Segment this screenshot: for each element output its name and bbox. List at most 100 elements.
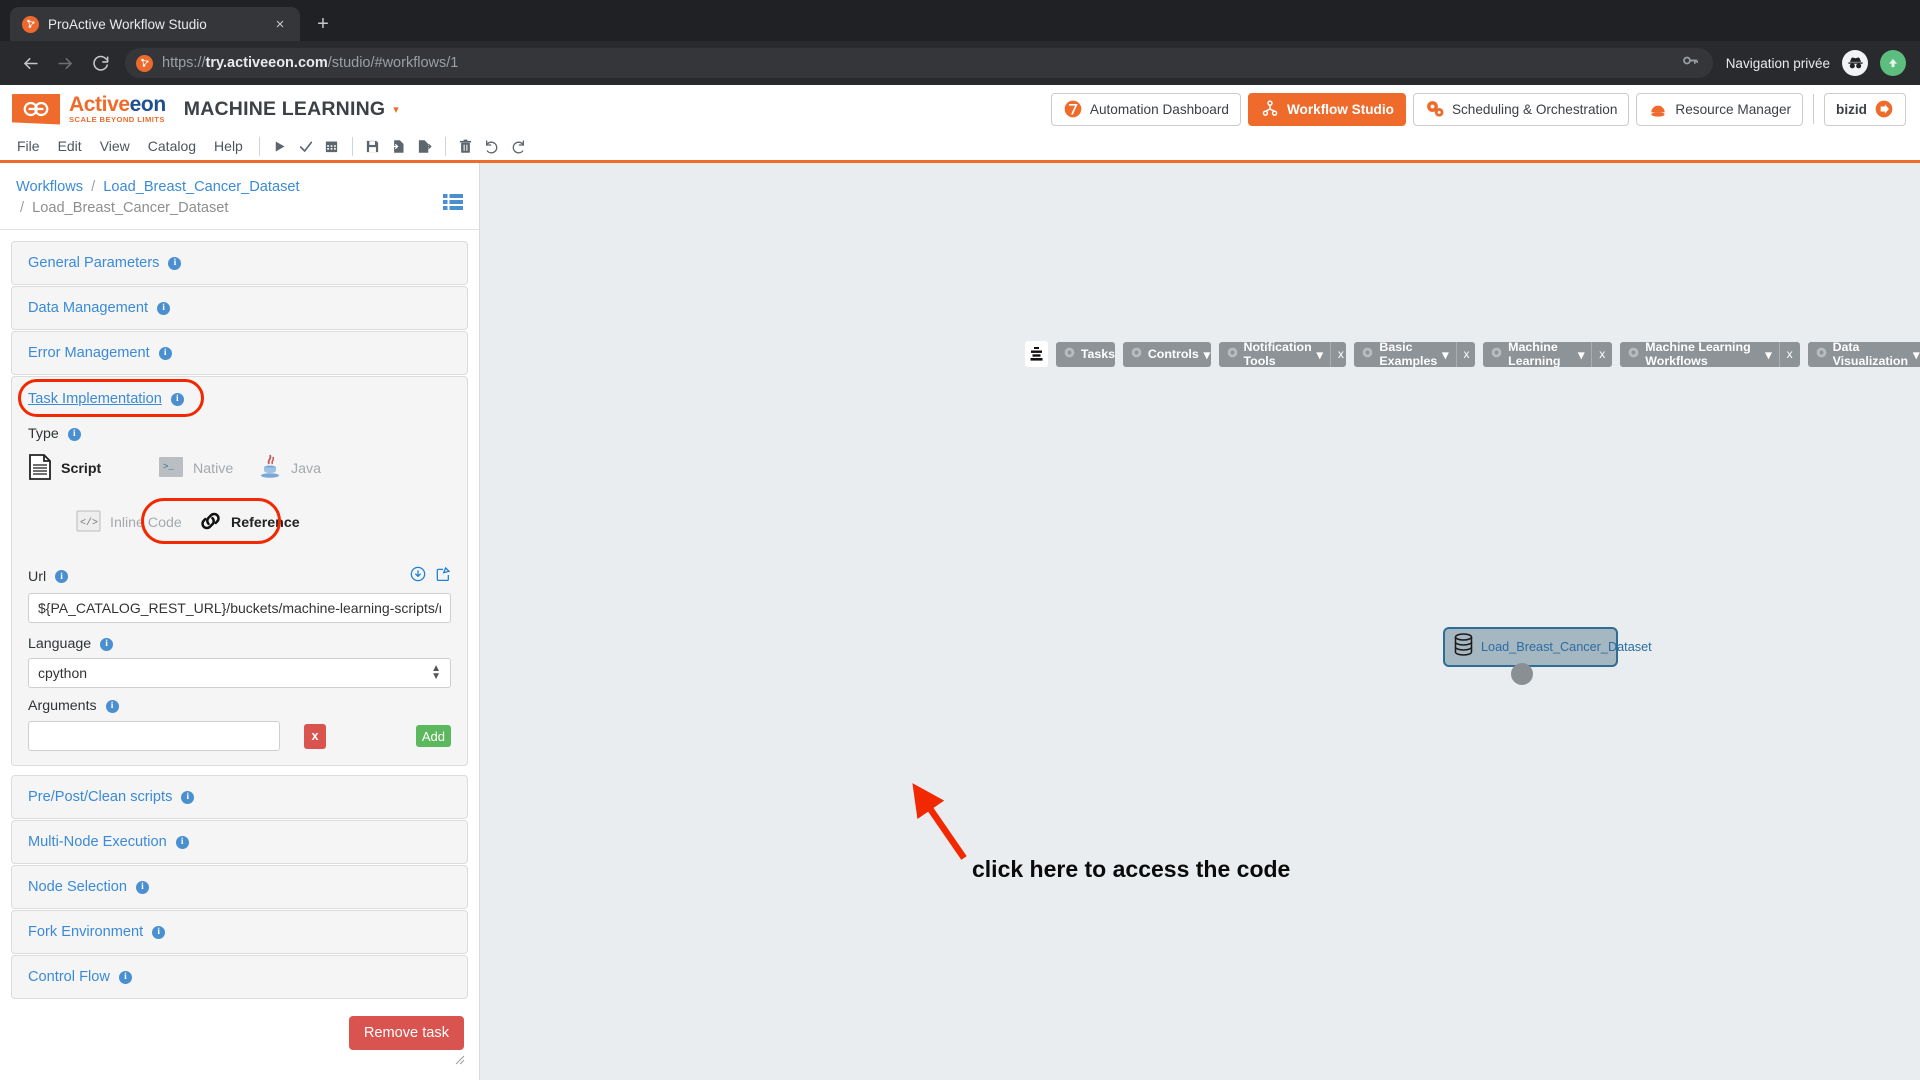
chevron-down-icon[interactable]: ▾ xyxy=(1913,347,1919,362)
section-error-management[interactable]: Error Management i xyxy=(11,331,468,376)
type-option-script[interactable]: Script xyxy=(28,454,158,484)
palette-tab-data-visualization[interactable]: Data Visualization ▾ x xyxy=(1807,341,1920,367)
workflow-studio-button[interactable]: Workflow Studio xyxy=(1247,92,1406,126)
node-output-connector[interactable] xyxy=(1511,663,1533,685)
resource-manager-label: Resource Manager xyxy=(1675,101,1792,117)
resource-manager-button[interactable]: Resource Manager xyxy=(1636,92,1804,126)
impl-option-inline-code[interactable]: </> Inline Code xyxy=(76,510,199,536)
export-icon[interactable] xyxy=(412,135,438,159)
remove-task-button[interactable]: Remove task xyxy=(348,1016,464,1051)
close-icon[interactable]: x xyxy=(1778,341,1800,367)
edit-icon[interactable] xyxy=(435,566,451,587)
close-icon[interactable]: x xyxy=(1329,341,1347,367)
close-icon[interactable]: x xyxy=(1455,341,1476,367)
type-options: Script >_ Native Java xyxy=(28,454,451,484)
section-data-management[interactable]: Data Management i xyxy=(11,286,468,331)
scheduling-orchestration-button[interactable]: Scheduling & Orchestration xyxy=(1412,92,1630,126)
save-icon[interactable] xyxy=(360,135,386,159)
palette-tab-tasks[interactable]: Tasks ▾ xyxy=(1055,341,1115,367)
info-icon[interactable]: i xyxy=(175,835,189,849)
url-label: Url i xyxy=(28,569,69,585)
section-label: Multi-Node Execution xyxy=(28,834,167,851)
address-bar[interactable]: https://try.activeeon.com/studio/#workfl… xyxy=(125,48,1713,78)
section-control-flow[interactable]: Control Flow i xyxy=(11,955,468,1000)
chevron-down-icon[interactable]: ▾ xyxy=(1204,347,1210,362)
palette-tab-basic-examples[interactable]: Basic Examples ▾ x xyxy=(1354,341,1476,367)
argument-input[interactable] xyxy=(28,721,280,752)
header-divider xyxy=(1813,94,1815,124)
download-icon[interactable] xyxy=(410,566,426,587)
workflow-task-node[interactable]: Load_Breast_Cancer_Dataset xyxy=(1443,627,1652,667)
chevron-down-icon[interactable]: ▾ xyxy=(1317,347,1323,362)
info-icon[interactable]: i xyxy=(55,570,69,584)
info-icon[interactable]: i xyxy=(181,790,195,804)
new-tab-button[interactable]: + xyxy=(306,7,340,41)
resize-handle[interactable] xyxy=(454,1052,465,1070)
breadcrumb-workflow[interactable]: Load_Breast_Cancer_Dataset xyxy=(103,179,299,195)
info-icon[interactable]: i xyxy=(105,699,119,713)
info-icon[interactable]: i xyxy=(158,346,172,360)
redo-icon[interactable] xyxy=(505,135,531,159)
palette-tab-label: Machine Learning xyxy=(1508,341,1561,367)
trash-icon[interactable] xyxy=(453,135,479,159)
section-general-parameters[interactable]: General Parameters i xyxy=(11,241,468,286)
palette-tab-machine-learning[interactable]: Machine Learning ▾ x xyxy=(1483,341,1613,367)
check-icon[interactable] xyxy=(293,135,319,159)
menu-catalog[interactable]: Catalog xyxy=(139,133,205,160)
remove-argument-button[interactable]: x xyxy=(304,723,326,749)
breadcrumb-workflows[interactable]: Workflows xyxy=(16,179,83,195)
impl-option-reference[interactable]: Reference xyxy=(199,511,300,535)
workflow-canvas[interactable]: Tasks ▾ Controls ▾ x Notification Tools … xyxy=(480,163,1920,1080)
info-icon[interactable]: i xyxy=(100,637,114,651)
browser-tab[interactable]: ProActive Workflow Studio × xyxy=(10,7,300,41)
list-view-icon[interactable] xyxy=(443,194,463,215)
palette-tab-notification-tools[interactable]: Notification Tools ▾ x xyxy=(1218,341,1347,367)
chevron-down-icon[interactable]: ▾ xyxy=(1442,347,1448,362)
section-pre-post-clean-scripts[interactable]: Pre/Post/Clean scripts i xyxy=(11,775,468,820)
calendar-icon[interactable] xyxy=(319,135,345,159)
automation-dashboard-button[interactable]: Automation Dashboard xyxy=(1050,92,1241,126)
close-icon[interactable]: × xyxy=(270,17,290,32)
info-icon[interactable]: i xyxy=(168,256,182,270)
back-arrow-icon[interactable] xyxy=(14,47,46,79)
info-icon[interactable]: i xyxy=(157,301,171,315)
language-select[interactable]: cpython ▲ ▼ xyxy=(28,658,451,689)
info-icon[interactable]: i xyxy=(118,970,132,984)
section-task-implementation-header[interactable]: Task Implementation i xyxy=(12,377,467,421)
palette-tab-controls[interactable]: Controls ▾ x xyxy=(1122,341,1211,367)
close-icon[interactable]: x xyxy=(1591,341,1612,367)
script-icon xyxy=(28,454,52,484)
info-icon[interactable]: i xyxy=(135,880,149,894)
menu-help[interactable]: Help xyxy=(205,133,252,160)
key-icon[interactable] xyxy=(1682,52,1699,74)
incognito-icon[interactable] xyxy=(1842,50,1868,76)
chevron-down-icon[interactable]: ▾ xyxy=(1765,347,1771,362)
url-input[interactable] xyxy=(28,593,451,624)
section-multi-node-execution[interactable]: Multi-Node Execution i xyxy=(11,820,468,865)
menu-view[interactable]: View xyxy=(91,133,139,160)
add-argument-button[interactable]: Add xyxy=(415,725,451,748)
play-icon[interactable] xyxy=(267,135,293,159)
section-node-selection[interactable]: Node Selection i xyxy=(11,865,468,910)
reload-icon[interactable] xyxy=(84,47,116,79)
account-button[interactable]: bizid xyxy=(1824,92,1906,126)
palette-tab-machine-learning-workflows[interactable]: Machine Learning Workflows ▾ x xyxy=(1620,341,1800,367)
brand-logo[interactable]: Activeeon SCALE BEYOND LIMITS xyxy=(12,93,166,125)
profile-icon[interactable] xyxy=(1880,50,1906,76)
type-option-native[interactable]: >_ Native xyxy=(158,456,258,482)
menu-edit[interactable]: Edit xyxy=(49,133,91,160)
info-icon[interactable]: i xyxy=(152,925,166,939)
gear-icon xyxy=(1490,346,1503,362)
menu-file[interactable]: File xyxy=(8,133,49,160)
info-icon[interactable]: i xyxy=(170,392,184,406)
palette-tab-label: Notification Tools xyxy=(1243,341,1312,367)
palette-tab-label: Basic Examples xyxy=(1379,341,1438,367)
info-icon[interactable]: i xyxy=(67,427,81,441)
chevron-down-icon[interactable]: ▾ xyxy=(393,103,399,116)
undo-icon[interactable] xyxy=(479,135,505,159)
import-icon[interactable] xyxy=(386,135,412,159)
type-option-java[interactable]: Java xyxy=(258,454,321,484)
palette-home-icon[interactable] xyxy=(1025,341,1048,367)
section-fork-environment[interactable]: Fork Environment i xyxy=(11,910,468,955)
chevron-down-icon[interactable]: ▾ xyxy=(1578,347,1584,362)
